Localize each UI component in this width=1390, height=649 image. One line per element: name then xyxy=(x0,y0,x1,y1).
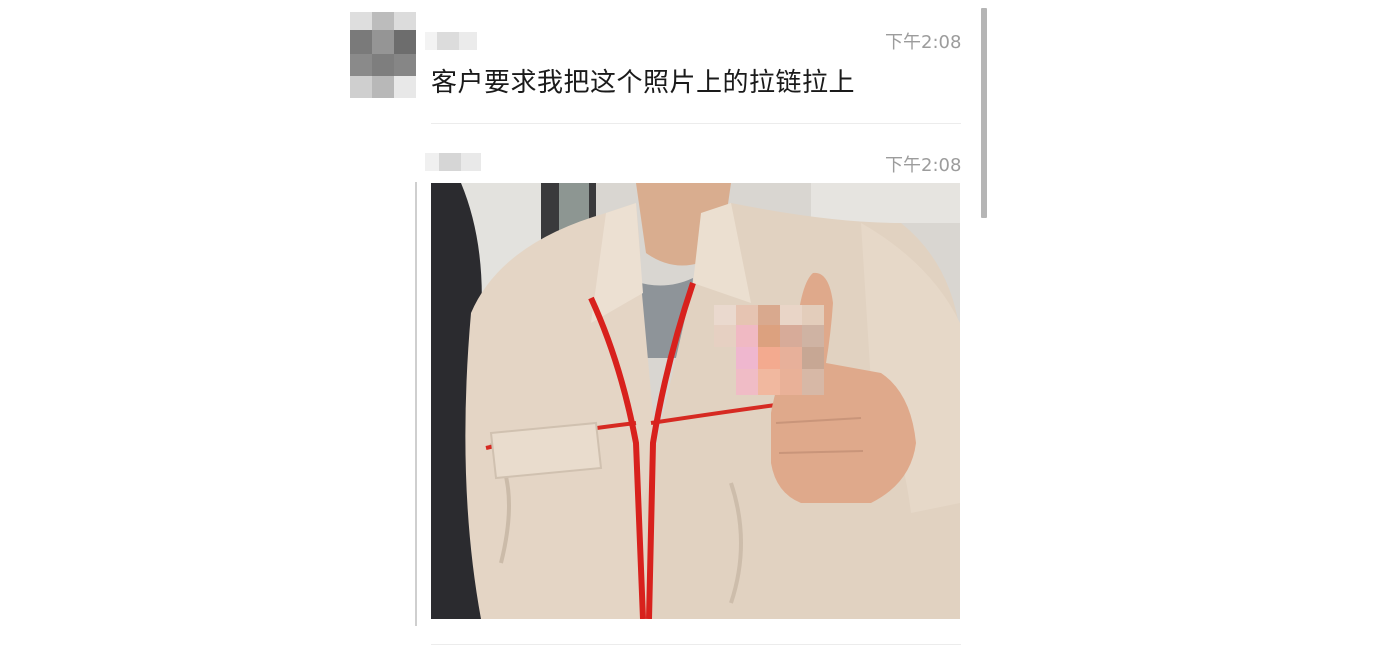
message-photo[interactable] xyxy=(431,183,960,619)
sender-name-blurred xyxy=(425,32,477,50)
chat-thread: 下午2:08 客户要求我把这个照片上的拉链拉上 下午2:08 xyxy=(0,0,1390,649)
avatar[interactable] xyxy=(350,12,416,98)
scrollbar[interactable] xyxy=(981,8,987,218)
message-timestamp: 下午2:08 xyxy=(885,155,962,176)
quote-bar xyxy=(415,182,417,626)
message-text[interactable]: 客户要求我把这个照片上的拉链拉上 xyxy=(431,62,855,99)
message-divider xyxy=(431,123,961,124)
message-timestamp: 下午2:08 xyxy=(885,32,962,53)
message-divider xyxy=(431,644,961,645)
sender-name-blurred xyxy=(425,153,481,171)
